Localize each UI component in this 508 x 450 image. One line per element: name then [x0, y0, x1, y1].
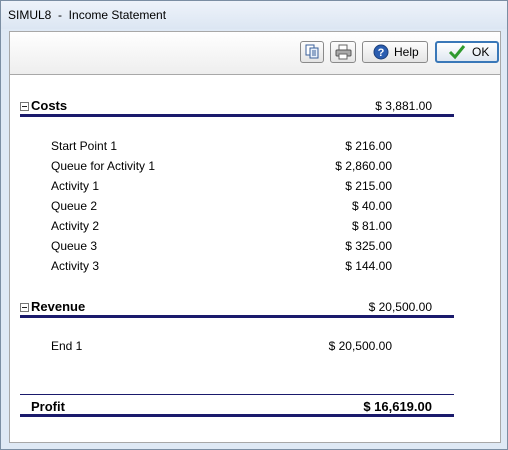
print-icon	[335, 44, 352, 60]
toolbar: ? Help OK	[9, 31, 501, 74]
costs-rule	[20, 114, 454, 117]
cost-item-amount: $ 144.00	[345, 259, 392, 273]
cost-item-amount: $ 2,860.00	[335, 159, 392, 173]
help-icon: ?	[373, 44, 389, 60]
title-bar[interactable]: SIMUL8 - Income Statement	[1, 1, 507, 29]
revenue-collapse-icon[interactable]	[20, 303, 29, 312]
cost-item-amount: $ 216.00	[345, 139, 392, 153]
cost-item-name: Activity 1	[51, 179, 100, 193]
profit-rule	[20, 414, 454, 417]
cost-item-name: Queue 2	[51, 199, 98, 213]
revenue-item-amount: $ 20,500.00	[328, 339, 392, 353]
ok-button[interactable]: OK	[435, 41, 499, 63]
cost-item-amount: $ 325.00	[345, 239, 392, 253]
svg-text:?: ?	[378, 47, 385, 59]
ok-button-label: OK	[472, 45, 490, 59]
cost-item-amount: $ 215.00	[345, 179, 392, 193]
income-statement-panel: Costs $ 3,881.00 Start Point 1 $ 216.00 …	[9, 74, 501, 443]
copy-icon	[305, 44, 319, 59]
window-title: SIMUL8 - Income Statement	[8, 8, 167, 22]
revenue-rule	[20, 315, 454, 318]
cost-item-name: Activity 2	[51, 219, 100, 233]
profit-top-rule	[20, 394, 454, 395]
cost-item-name: Queue for Activity 1	[51, 159, 156, 173]
cost-item-amount: $ 40.00	[351, 199, 392, 213]
income-statement-window: SIMUL8 - Income Statement ? Help OK Cost…	[0, 0, 508, 450]
help-button[interactable]: ? Help	[362, 41, 428, 63]
revenue-total: $ 20,500.00	[368, 300, 432, 314]
revenue-item-name: End 1	[51, 339, 83, 353]
costs-header-label: Costs	[31, 98, 68, 113]
cost-item-name: Queue 3	[51, 239, 98, 253]
cost-item-name: Activity 3	[51, 259, 100, 273]
costs-total: $ 3,881.00	[375, 99, 432, 113]
cost-item-name: Start Point 1	[51, 139, 118, 153]
profit-total: $ 16,619.00	[363, 399, 432, 414]
revenue-header-label: Revenue	[31, 299, 86, 314]
copy-button[interactable]	[300, 41, 324, 63]
print-button[interactable]	[330, 41, 356, 63]
checkmark-icon	[448, 45, 466, 60]
help-button-label: Help	[394, 45, 419, 59]
profit-label: Profit	[31, 399, 65, 414]
cost-item-amount: $ 81.00	[351, 219, 392, 233]
costs-collapse-icon[interactable]	[20, 102, 29, 111]
